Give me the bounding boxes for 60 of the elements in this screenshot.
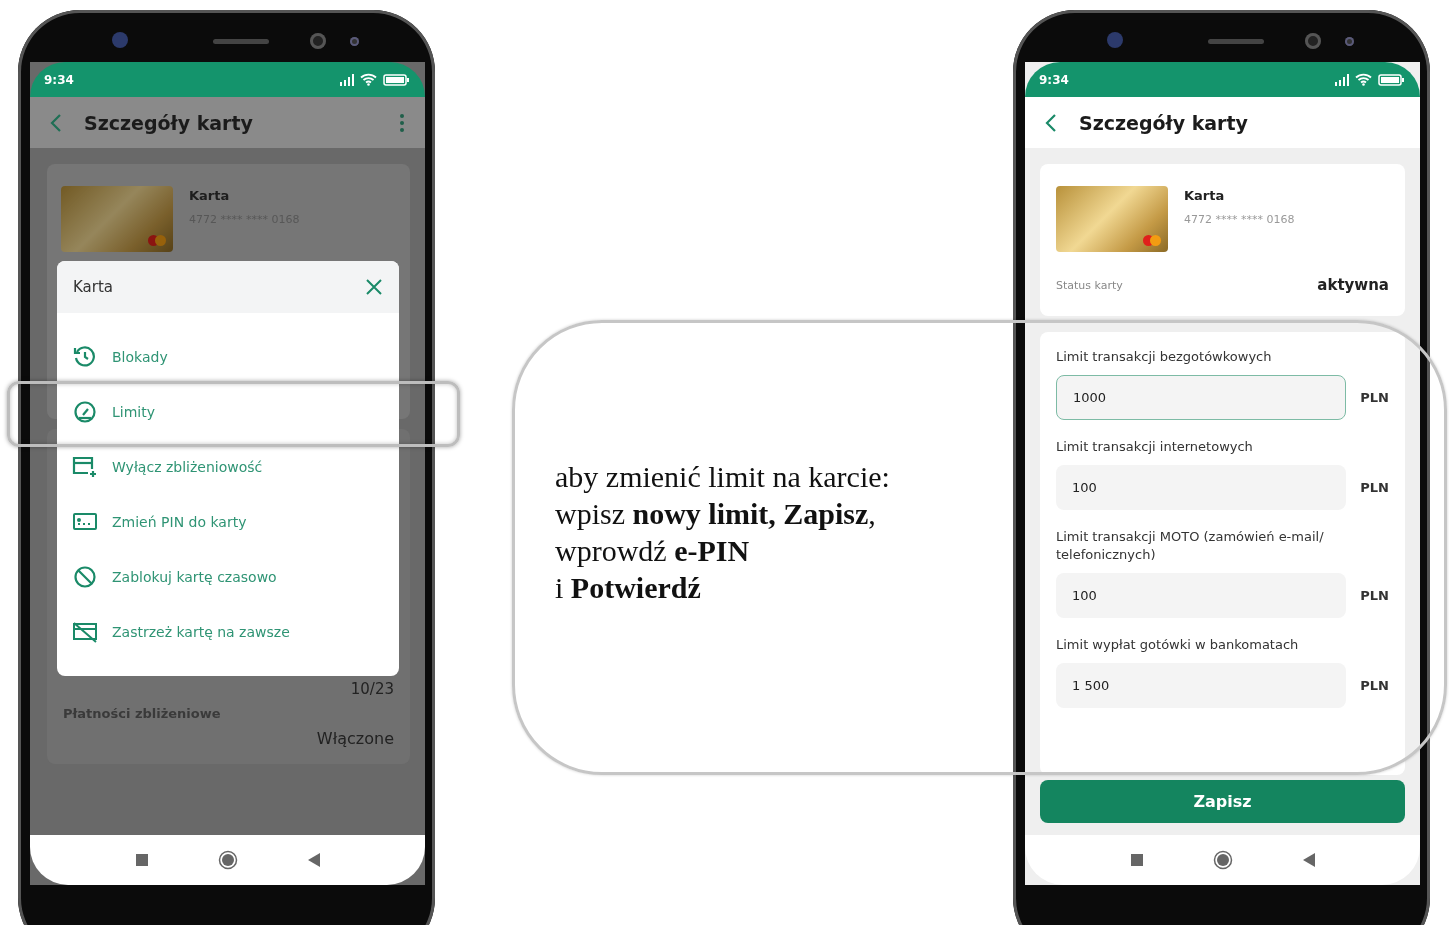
card-number: 4772 **** **** 0168 xyxy=(1184,213,1295,226)
status-value: aktywna xyxy=(1317,276,1389,294)
wifi-icon xyxy=(1355,73,1372,86)
prohibited-icon xyxy=(72,565,98,588)
speaker-grille xyxy=(1208,39,1264,44)
card-plus-icon xyxy=(72,455,98,478)
status-label: Status karty xyxy=(1056,278,1123,292)
status-time: 9:34 xyxy=(44,72,74,87)
back-icon[interactable] xyxy=(307,853,320,867)
menu-item[interactable]: Limity xyxy=(57,384,399,439)
currency-label: PLN xyxy=(1360,678,1389,693)
battery-icon xyxy=(1378,73,1404,86)
menu-item[interactable]: Zastrzeż kartę na zawsze xyxy=(57,604,399,659)
crossed-card-icon xyxy=(72,620,98,643)
gauge-icon xyxy=(72,400,98,423)
limit-label: Limit transakcji MOTO (zamówień e-mail/ telefonicznych) xyxy=(1056,528,1325,564)
recent-apps-icon[interactable] xyxy=(1130,854,1143,866)
screen-title: Szczegóły karty xyxy=(84,111,254,134)
camera-icon xyxy=(1107,32,1123,48)
menu-item[interactable]: Blokady xyxy=(57,329,399,384)
currency-label: PLN xyxy=(1360,390,1389,405)
limit-label: Limit wypłat gotówki w bankomatach xyxy=(1056,636,1300,654)
home-icon[interactable] xyxy=(1212,850,1233,870)
home-icon[interactable] xyxy=(217,850,238,870)
instruction-text: aby zmienić limit na karcie: wpisz nowy limit, Zapisz, wprowdź e-PIN i Potwierdź xyxy=(555,459,890,606)
back-icon[interactable] xyxy=(1302,853,1315,867)
limit-input-field[interactable]: 100 xyxy=(1056,465,1346,510)
limit-label: Limit transakcji internetowych xyxy=(1056,438,1254,456)
back-chevron-icon[interactable] xyxy=(1045,112,1057,133)
signal-icon xyxy=(1333,73,1349,86)
speaker-grille xyxy=(213,39,269,44)
save-button[interactable]: Zapisz xyxy=(1040,780,1405,823)
recent-apps-icon[interactable] xyxy=(135,854,148,866)
limit-input-field[interactable]: 1000 xyxy=(1056,375,1346,420)
sheet-title: Karta xyxy=(73,278,113,296)
card-name: Karta xyxy=(189,188,231,203)
currency-label: PLN xyxy=(1360,480,1389,495)
status-time: 9:34 xyxy=(1039,72,1069,87)
sensor-icon xyxy=(1305,33,1321,49)
sensor-icon xyxy=(1345,37,1354,46)
expiry-date: 10/23 xyxy=(350,680,394,698)
history-icon xyxy=(72,345,98,368)
menu-item[interactable]: Zmień PIN do karty xyxy=(57,494,399,549)
menu-item[interactable]: Zablokuj kartę czasowo xyxy=(57,549,399,604)
pin-card-icon xyxy=(72,510,98,533)
sensor-icon xyxy=(310,33,326,49)
currency-label: PLN xyxy=(1360,588,1389,603)
menu-item[interactable]: Wyłącz zbliżeniowość xyxy=(57,439,399,494)
card-name: Karta xyxy=(1184,188,1226,203)
close-icon[interactable] xyxy=(366,279,382,295)
sensor-icon xyxy=(350,37,359,46)
camera-icon xyxy=(112,32,128,48)
limit-input-field[interactable]: 100 xyxy=(1056,573,1346,618)
battery-icon xyxy=(383,73,409,86)
signal-icon xyxy=(338,73,354,86)
wifi-icon xyxy=(360,73,377,86)
limit-label: Limit transakcji bezgotówkowych xyxy=(1056,348,1273,366)
limit-input-field[interactable]: 1 500 xyxy=(1056,663,1346,708)
screen-title: Szczegóły karty xyxy=(1079,111,1249,134)
contactless-value: Włączone xyxy=(316,729,394,748)
